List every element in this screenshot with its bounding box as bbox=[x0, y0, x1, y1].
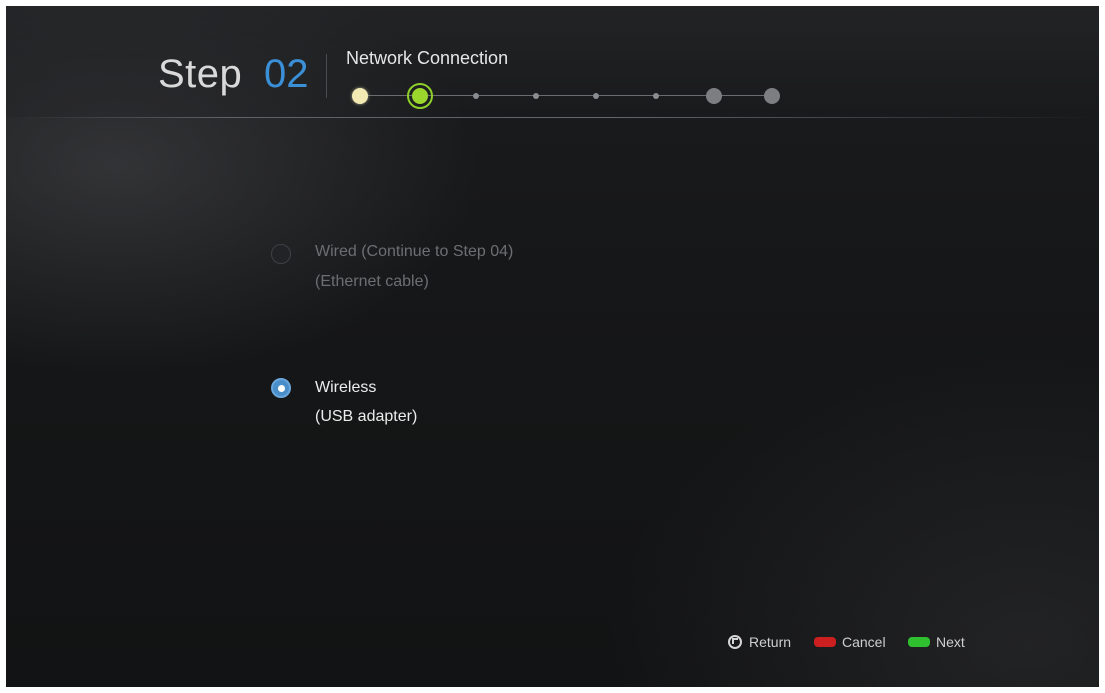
wired-radio[interactable] bbox=[271, 244, 291, 264]
wired-sublabel: (Ethernet cable) bbox=[315, 273, 429, 290]
progress-dot-step-7 bbox=[706, 88, 722, 104]
wired-label: Wired (Continue to Step 04) bbox=[315, 243, 514, 260]
next-label: Next bbox=[936, 634, 965, 650]
progress-dot-step-8 bbox=[764, 88, 780, 104]
return-label: Return bbox=[749, 634, 792, 650]
red-key-icon bbox=[814, 637, 836, 647]
wireless-label: Wireless bbox=[315, 379, 377, 396]
cancel-label: Cancel bbox=[842, 634, 886, 650]
wireless-sublabel: (USB adapter) bbox=[315, 408, 418, 425]
step-number: 02 bbox=[264, 52, 309, 96]
green-key-icon bbox=[908, 637, 930, 647]
progress-dot-step-3 bbox=[473, 93, 479, 99]
step-divider bbox=[326, 54, 327, 98]
progress-dot-step-6 bbox=[653, 93, 659, 99]
setup-screen: Step 02 Network Connection Wired (Contin… bbox=[6, 6, 1099, 687]
progress-dot-step-5 bbox=[593, 93, 599, 99]
return-icon bbox=[728, 635, 742, 649]
page-title: Network Connection bbox=[346, 48, 509, 68]
progress-dot-step-2-current bbox=[412, 88, 428, 104]
wireless-radio[interactable] bbox=[271, 378, 291, 398]
step-label: Step bbox=[158, 52, 243, 96]
progress-dot-step-1-completed bbox=[352, 88, 368, 104]
header-divider bbox=[6, 117, 1099, 118]
progress-dot-step-4 bbox=[533, 93, 539, 99]
step-progress-indicator bbox=[346, 81, 786, 111]
